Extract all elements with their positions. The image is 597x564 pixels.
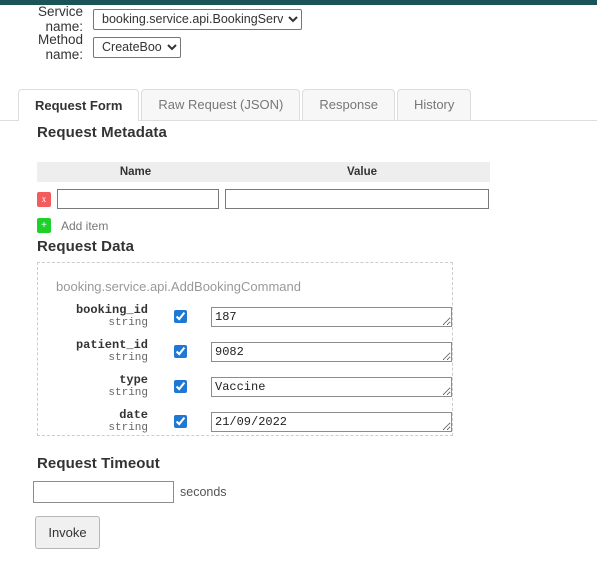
field-label-booking-id: booking_id string [48, 303, 148, 330]
method-name-label: Method name: [37, 32, 83, 62]
message-type-label: booking.service.api.AddBookingCommand [56, 279, 301, 294]
field-type: string [108, 387, 148, 399]
request-timeout-heading: Request Timeout [37, 455, 160, 472]
invoke-button[interactable]: Invoke [35, 516, 100, 549]
field-input-date[interactable] [211, 411, 452, 432]
request-data-box: booking.service.api.AddBookingCommand bo… [37, 262, 453, 436]
field-row-booking-id: booking_id string [38, 304, 452, 329]
request-metadata-heading: Request Metadata [37, 124, 167, 141]
service-name-row: Service name: booking.service.api.Bookin… [0, 4, 597, 34]
field-name: patient_id [75, 338, 148, 352]
timeout-unit-label: seconds [180, 485, 227, 499]
request-data-heading-wrap: Request Data [0, 238, 597, 255]
request-timeout-heading-wrap: Request Timeout [0, 455, 597, 472]
add-item-label[interactable]: Add item [61, 219, 108, 233]
request-timeout-input[interactable] [33, 481, 174, 503]
request-metadata-table: Name Value x + Add item [37, 162, 490, 233]
field-checkbox-patient-id[interactable] [174, 345, 187, 358]
field-checkbox-date[interactable] [174, 415, 187, 428]
tab-bar: Request Form Raw Request (JSON) Response… [0, 89, 597, 121]
tab-request-form[interactable]: Request Form [18, 89, 140, 121]
table-row: x [37, 186, 490, 212]
field-checkbox-booking-id[interactable] [174, 310, 187, 323]
field-name: booking_id [75, 303, 148, 317]
field-row-patient-id: patient_id string [38, 339, 452, 364]
field-row-type: type string [38, 374, 452, 399]
service-name-label: Service name: [37, 4, 83, 34]
field-input-type[interactable] [211, 376, 452, 397]
field-row-date: date string [38, 409, 452, 434]
field-input-booking-id[interactable] [211, 306, 452, 327]
metadata-name-input[interactable] [57, 189, 219, 209]
request-timeout-row: seconds [33, 481, 227, 503]
tab-history[interactable]: History [396, 89, 472, 120]
field-name: date [119, 408, 148, 422]
field-input-patient-id[interactable] [211, 341, 452, 362]
tab-response[interactable]: Response [302, 89, 395, 120]
field-name: type [119, 373, 148, 387]
tab-raw-request-json[interactable]: Raw Request (JSON) [141, 89, 301, 120]
field-label-patient-id: patient_id string [48, 338, 148, 365]
add-metadata-item-row: + Add item [37, 218, 490, 233]
column-header-value: Value [346, 166, 378, 178]
field-label-type: type string [48, 373, 148, 400]
service-name-select[interactable]: booking.service.api.BookingService [93, 8, 302, 30]
metadata-value-input[interactable] [225, 189, 489, 209]
table-header-row: Name Value [37, 162, 490, 182]
field-type: string [108, 352, 148, 364]
field-type: string [108, 422, 148, 434]
selector-area: Service name: booking.service.api.Bookin… [0, 4, 597, 62]
request-form-panel: Request Metadata Name Value x + Add item… [0, 124, 597, 549]
method-name-row: Method name: CreateBooking [0, 32, 597, 62]
field-label-date: date string [48, 408, 148, 435]
add-item-button[interactable]: + [37, 218, 51, 233]
delete-metadata-row-button[interactable]: x [37, 191, 51, 207]
field-type: string [108, 317, 148, 329]
field-checkbox-type[interactable] [174, 380, 187, 393]
column-header-name: Name [119, 166, 152, 178]
request-data-heading: Request Data [37, 238, 135, 255]
method-name-select[interactable]: CreateBooking [93, 36, 181, 58]
